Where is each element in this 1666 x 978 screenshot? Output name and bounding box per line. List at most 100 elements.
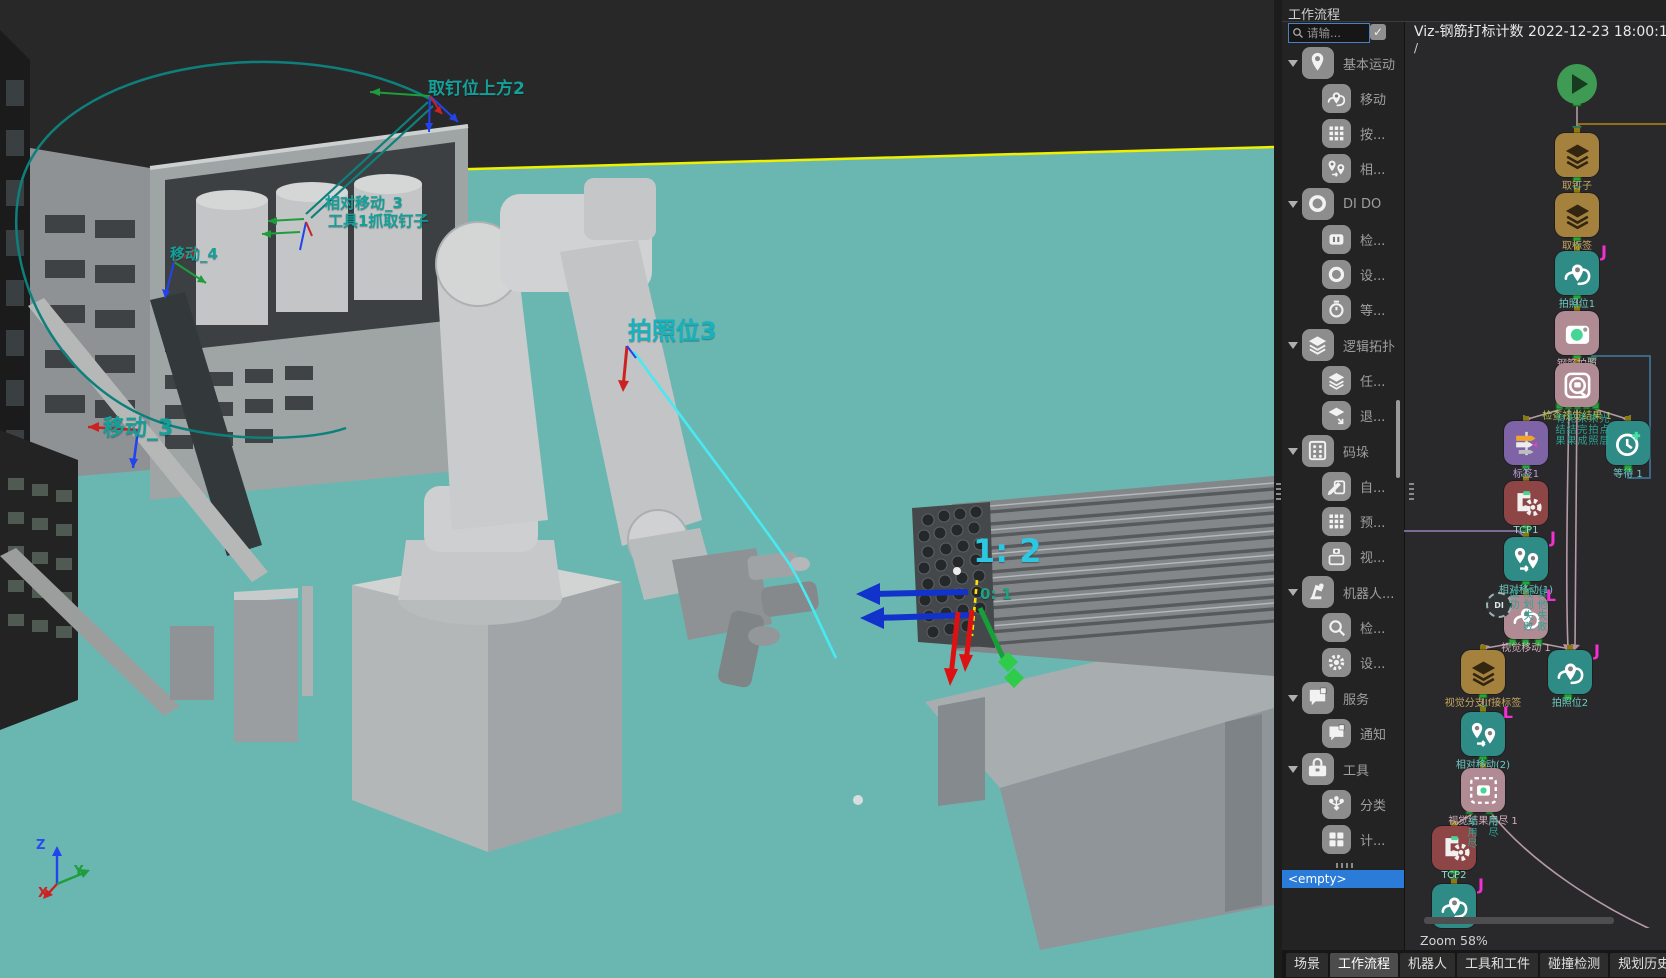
- collapse-arrow-icon[interactable]: [1288, 60, 1298, 67]
- tree-item-check-di[interactable]: 检...: [1282, 221, 1404, 257]
- signpost-icon: [1511, 428, 1542, 459]
- tree-group-label: 服务: [1343, 689, 1369, 708]
- viewport-panel-splitter[interactable]: [1274, 0, 1282, 978]
- tree-item-move[interactable]: 移动: [1282, 80, 1404, 116]
- branch-label-not-exhausted: 未用尽: [1465, 816, 1476, 849]
- node-vision-branch-if-label[interactable]: 视觉分支If接标签: [1461, 650, 1505, 694]
- robot-gear-icon: [1322, 648, 1351, 677]
- classify-icon: [1322, 790, 1351, 819]
- tree-group-palletize[interactable]: 码垛: [1282, 433, 1404, 469]
- branch-label-not-photo: 未拍照: [1586, 413, 1597, 446]
- pallet-camera-icon: [1322, 542, 1351, 571]
- tab-robot[interactable]: 机器人: [1400, 953, 1455, 977]
- node-rebar-photo[interactable]: 钢筋拍照: [1555, 311, 1599, 355]
- di-badge-label: DI: [1494, 601, 1504, 610]
- node-label: 取钉子: [1527, 177, 1627, 192]
- layers-icon: [1562, 200, 1593, 231]
- node-tcp-1[interactable]: TCP1: [1504, 481, 1548, 525]
- gripper-gear-icon: [1511, 488, 1542, 519]
- tree-item-set-do[interactable]: 设...: [1282, 256, 1404, 292]
- collapse-arrow-icon[interactable]: [1288, 766, 1298, 773]
- clock-plus-icon: [1613, 428, 1644, 459]
- collapse-arrow-icon[interactable]: [1288, 342, 1298, 349]
- tree-item-label: 等...: [1360, 300, 1385, 319]
- tree-group-di-do[interactable]: DI DO: [1282, 186, 1404, 222]
- collapse-arrow-icon[interactable]: [1288, 448, 1298, 455]
- selection-empty-bar[interactable]: <empty>: [1282, 870, 1410, 888]
- layers-exit-icon: [1322, 401, 1351, 430]
- waypoint-label-pick-above: 取钉位上方2: [428, 74, 525, 99]
- count-label-big: 1: 2: [973, 532, 1041, 570]
- tree-group-service[interactable]: 服务: [1282, 680, 1404, 716]
- tree-item-robot-check[interactable]: 检...: [1282, 609, 1404, 645]
- tab-tools-workpieces[interactable]: 工具和工件: [1457, 953, 1538, 977]
- tab-collision[interactable]: 碰撞检测: [1540, 953, 1608, 977]
- tree-item-custom-pallet[interactable]: 自...: [1282, 468, 1404, 504]
- tree-item-task[interactable]: 任...: [1282, 362, 1404, 398]
- zoom-level-label: Zoom 58%: [1420, 933, 1488, 948]
- robot-arm-icon: [1302, 576, 1334, 608]
- collapse-arrow-icon[interactable]: [1288, 695, 1298, 702]
- workflow-start-button[interactable]: [1557, 64, 1597, 104]
- node-vision-results-exhausted[interactable]: 视觉结果用尽 1: [1461, 768, 1505, 812]
- tree-scrollbar[interactable]: [1396, 400, 1400, 478]
- tree-group-label: 逻辑拓扑: [1343, 336, 1395, 355]
- tree-item-relative-move[interactable]: 相...: [1282, 150, 1404, 186]
- branch-label-success: 成功: [1507, 588, 1518, 610]
- node-photo-pos-2[interactable]: J 拍照位2: [1548, 650, 1592, 694]
- node-label-1[interactable]: 标签1: [1504, 421, 1548, 465]
- filter-checkbox[interactable]: ✓: [1370, 24, 1386, 40]
- pin-grid-icon: [1322, 119, 1351, 148]
- tree-item-classify[interactable]: 分类: [1282, 786, 1404, 822]
- branch-label-light-layer: 光点层: [1597, 413, 1608, 446]
- tree-group-label: 码垛: [1343, 442, 1369, 461]
- linear-badge: L: [1503, 703, 1513, 722]
- node-take-label[interactable]: 取标签: [1555, 193, 1599, 237]
- pin-route-icon: [1562, 258, 1593, 289]
- node-relative-move-1[interactable]: J 相对移动(1): [1504, 537, 1548, 581]
- tab-workflow[interactable]: 工作流程: [1330, 953, 1398, 977]
- tree-group-logic[interactable]: 逻辑拓扑: [1282, 327, 1404, 363]
- node-label: 等待 1: [1578, 465, 1666, 480]
- tree-item-wait-di[interactable]: 等...: [1282, 291, 1404, 327]
- tree-splitter-handle-icon[interactable]: [1336, 863, 1353, 868]
- node-check-vision-result[interactable]: 检查视觉结果 1: [1555, 363, 1599, 407]
- tree-item-robot-set[interactable]: 设...: [1282, 644, 1404, 680]
- tab-plan-history[interactable]: 规划历史: [1610, 953, 1666, 977]
- 3d-viewport[interactable]: 取钉位上方2 相对移动_3 工具1抓取钉子 移动_4 移动_3 拍照位3 1: …: [0, 0, 1274, 978]
- tree-item-vision-pallet[interactable]: 视...: [1282, 538, 1404, 574]
- tree-item-move-grid[interactable]: 按...: [1282, 115, 1404, 151]
- pin-pair-icon: [1322, 154, 1351, 183]
- camera-icon: [1562, 318, 1593, 349]
- toolbox-icon: [1302, 753, 1334, 785]
- tree-item-exit[interactable]: 退...: [1282, 397, 1404, 433]
- branch-label-incomplete: 未完成: [1575, 413, 1586, 446]
- node-relative-move-2[interactable]: L 相对移动(2): [1461, 712, 1505, 756]
- tree-item-label: 移动: [1360, 89, 1386, 108]
- tree-item-notify[interactable]: 通知: [1282, 715, 1404, 751]
- tree-group-tools[interactable]: 工具: [1282, 751, 1404, 787]
- node-photo-pos-1[interactable]: J 拍照位1: [1555, 251, 1599, 295]
- search-input[interactable]: 请输...: [1288, 23, 1370, 43]
- tab-scene[interactable]: 场景: [1286, 953, 1328, 977]
- tree-group-basic-motion[interactable]: 基本运动: [1282, 45, 1404, 81]
- camera-frame-icon: [1562, 370, 1593, 401]
- waypoint-label-move3: 移动_3: [103, 410, 173, 442]
- tree-item-label: 预...: [1360, 512, 1385, 531]
- joint-badge: J: [1594, 641, 1600, 660]
- tree-item-label: 计...: [1360, 830, 1385, 849]
- collapse-arrow-icon[interactable]: [1288, 201, 1298, 208]
- canvas-hscrollbar[interactable]: [1424, 917, 1614, 924]
- tree-item-count[interactable]: 计...: [1282, 821, 1404, 857]
- node-wait-1[interactable]: 等待 1: [1606, 421, 1650, 465]
- node-label: TCP1: [1476, 525, 1576, 536]
- branch-label-no-result: 无结果: [1564, 413, 1575, 446]
- tree-item-label: 设...: [1360, 265, 1385, 284]
- node-take-nail[interactable]: 取钉子: [1555, 133, 1599, 177]
- tree-group-robot[interactable]: 机器人...: [1282, 574, 1404, 610]
- check-icon: ✓: [1373, 25, 1383, 39]
- tree-item-label: 视...: [1360, 547, 1385, 566]
- collapse-arrow-icon[interactable]: [1288, 589, 1298, 596]
- tree-item-preset-pallet[interactable]: 预...: [1282, 503, 1404, 539]
- waypoint-label-photo-pos3: 拍照位3: [628, 311, 717, 346]
